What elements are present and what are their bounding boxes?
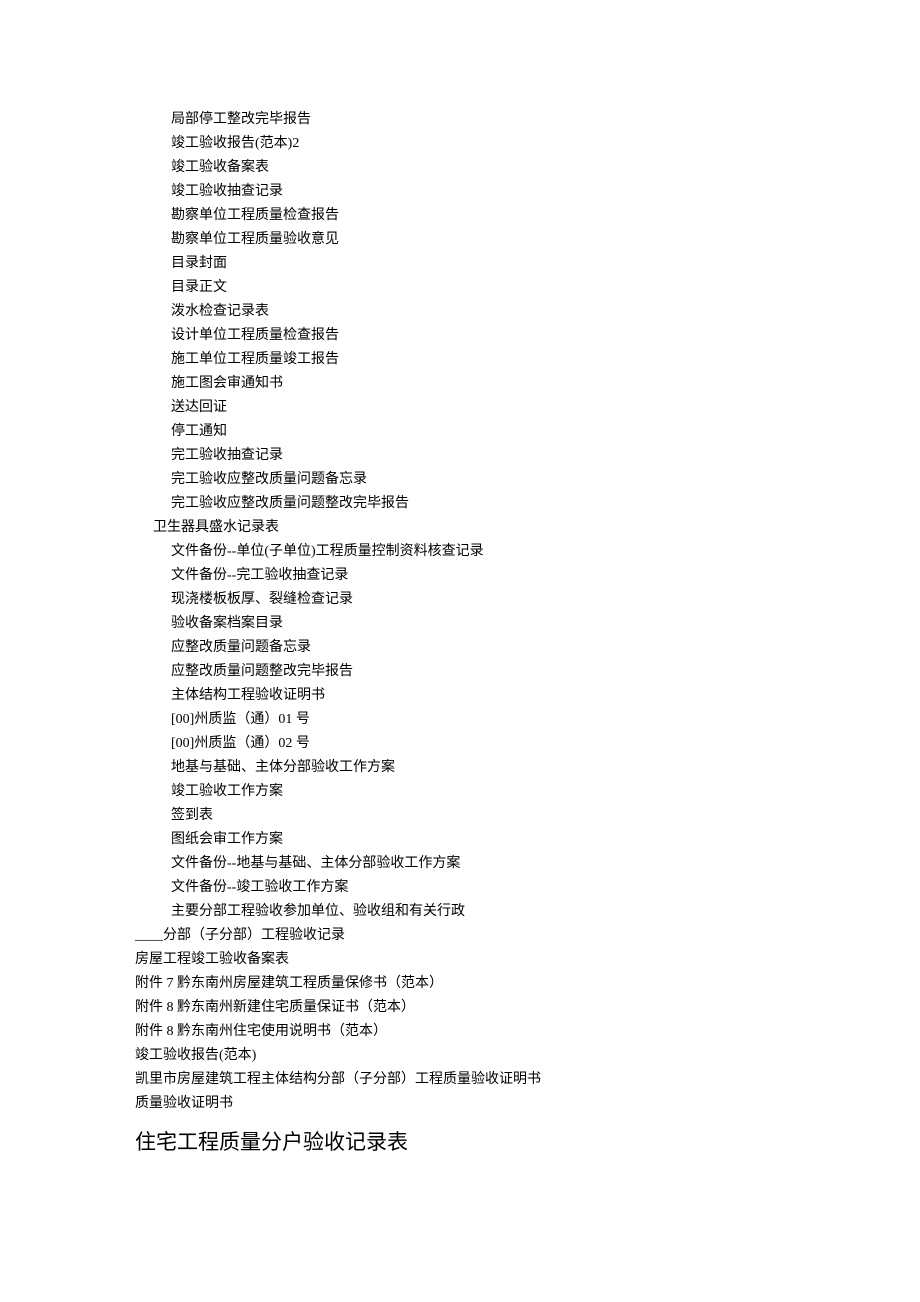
list-item: 图纸会审工作方案 [171,828,785,852]
list-block-a: 局部停工整改完毕报告 竣工验收报告(范本)2 竣工验收备案表 竣工验收抽查记录 … [171,108,785,516]
list-item: 凯里市房屋建筑工程主体结构分部（子分部）工程质量验收证明书 [135,1068,785,1092]
list-item: 设计单位工程质量检查报告 [171,324,785,348]
list-block-b: 卫生器具盛水记录表 [153,516,785,540]
list-item: 局部停工整改完毕报告 [171,108,785,132]
list-item: 附件 7 黔东南州房屋建筑工程质量保修书（范本） [135,972,785,996]
list-item: [00]州质监（通）01 号 [171,708,785,732]
list-item: 竣工验收工作方案 [171,780,785,804]
section-heading: 住宅工程质量分户验收记录表 [135,1126,785,1158]
document-page: 局部停工整改完毕报告 竣工验收报告(范本)2 竣工验收备案表 竣工验收抽查记录 … [0,0,920,1218]
list-item: 目录正文 [171,276,785,300]
list-item: 附件 8 黔东南州住宅使用说明书（范本） [135,1020,785,1044]
list-item: 竣工验收抽查记录 [171,180,785,204]
list-item: 现浇楼板板厚、裂缝检查记录 [171,588,785,612]
list-item: 泼水检查记录表 [171,300,785,324]
list-item: 完工验收抽查记录 [171,444,785,468]
list-item: 文件备份--完工验收抽查记录 [171,564,785,588]
list-item: 停工通知 [171,420,785,444]
list-item: 竣工验收备案表 [171,156,785,180]
list-item: 完工验收应整改质量问题备忘录 [171,468,785,492]
list-item: 勘察单位工程质量检查报告 [171,204,785,228]
list-item: 施工图会审通知书 [171,372,785,396]
list-item: 主体结构工程验收证明书 [171,684,785,708]
list-item: 应整改质量问题备忘录 [171,636,785,660]
list-item: 房屋工程竣工验收备案表 [135,948,785,972]
list-item: 文件备份--单位(子单位)工程质量控制资料核查记录 [171,540,785,564]
list-item: 勘察单位工程质量验收意见 [171,228,785,252]
list-item: 竣工验收报告(范本)2 [171,132,785,156]
list-item: 文件备份--竣工验收工作方案 [171,876,785,900]
list-item: 送达回证 [171,396,785,420]
list-item: 验收备案档案目录 [171,612,785,636]
list-item: 目录封面 [171,252,785,276]
list-item: 地基与基础、主体分部验收工作方案 [171,756,785,780]
list-item: 应整改质量问题整改完毕报告 [171,660,785,684]
list-item: 主要分部工程验收参加单位、验收组和有关行政 [171,900,785,924]
list-item: [00]州质监（通）02 号 [171,732,785,756]
list-item: 竣工验收报告(范本) [135,1044,785,1068]
list-block-c: 文件备份--单位(子单位)工程质量控制资料核查记录 文件备份--完工验收抽查记录… [171,540,785,924]
list-item: 施工单位工程质量竣工报告 [171,348,785,372]
list-item: 附件 8 黔东南州新建住宅质量保证书（范本） [135,996,785,1020]
list-item: 卫生器具盛水记录表 [153,516,785,540]
list-block-d: ____分部（子分部）工程验收记录 房屋工程竣工验收备案表 附件 7 黔东南州房… [135,924,785,1116]
list-item: 完工验收应整改质量问题整改完毕报告 [171,492,785,516]
list-item: 签到表 [171,804,785,828]
list-item: 质量验收证明书 [135,1092,785,1116]
list-item: ____分部（子分部）工程验收记录 [135,924,785,948]
list-item: 文件备份--地基与基础、主体分部验收工作方案 [171,852,785,876]
